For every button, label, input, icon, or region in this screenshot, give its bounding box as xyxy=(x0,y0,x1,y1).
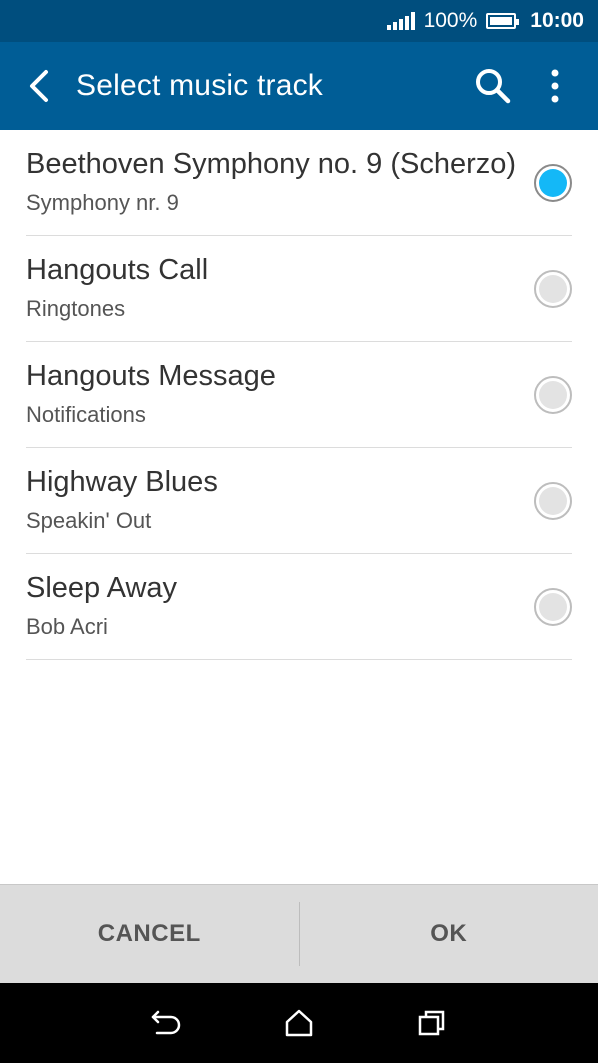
track-title: Beethoven Symphony no. 9 (Scherzo) xyxy=(26,148,517,180)
more-vert-icon[interactable] xyxy=(524,42,586,130)
track-subtitle: Symphony nr. 9 xyxy=(26,190,179,215)
status-bar: 100% 10:00 xyxy=(0,0,598,42)
radio-button[interactable] xyxy=(534,376,572,414)
home-icon[interactable] xyxy=(269,993,329,1053)
battery-percent: 100% xyxy=(423,9,478,32)
track-item[interactable]: Sleep Away Bob Acri xyxy=(26,554,572,660)
track-item[interactable]: Hangouts Message Notifications xyxy=(26,342,572,448)
clock: 10:00 xyxy=(530,9,584,32)
navigation-bar xyxy=(0,983,598,1063)
radio-button[interactable] xyxy=(534,164,572,202)
app-bar: Select music track xyxy=(0,42,598,130)
cancel-button[interactable]: CANCEL xyxy=(0,885,299,983)
track-item[interactable]: Highway Blues Speakin' Out xyxy=(26,448,572,554)
recents-icon[interactable] xyxy=(402,993,462,1053)
ok-button[interactable]: OK xyxy=(300,885,598,983)
track-title: Highway Blues xyxy=(26,466,218,498)
track-title: Hangouts Message xyxy=(26,360,276,392)
track-title: Sleep Away xyxy=(26,572,178,604)
track-subtitle: Speakin' Out xyxy=(26,508,152,533)
back-icon[interactable] xyxy=(136,993,196,1053)
track-subtitle: Bob Acri xyxy=(26,614,108,639)
dialog-button-bar: CANCEL OK xyxy=(0,884,598,983)
track-item[interactable]: Hangouts Call Ringtones xyxy=(26,236,572,342)
track-subtitle: Notifications xyxy=(26,402,146,427)
radio-button[interactable] xyxy=(534,270,572,308)
battery-icon xyxy=(486,13,520,29)
track-title: Hangouts Call xyxy=(26,254,209,286)
track-item[interactable]: Beethoven Symphony no. 9 (Scherzo) Symph… xyxy=(26,130,572,236)
track-list: Beethoven Symphony no. 9 (Scherzo) Symph… xyxy=(0,130,598,660)
search-icon[interactable] xyxy=(462,42,524,130)
track-subtitle: Ringtones xyxy=(26,296,126,321)
signal-icon xyxy=(386,12,415,30)
back-arrow-icon[interactable] xyxy=(8,42,70,130)
radio-button[interactable] xyxy=(534,588,572,626)
radio-button[interactable] xyxy=(534,482,572,520)
page-title: Select music track xyxy=(76,69,323,102)
